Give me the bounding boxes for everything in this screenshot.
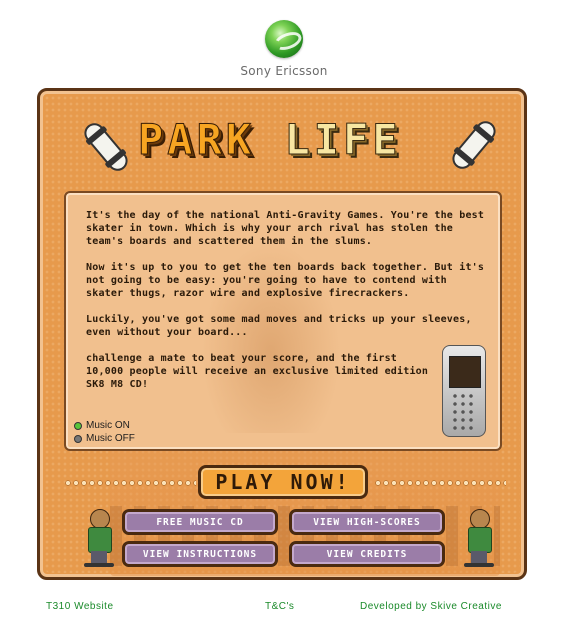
dots-divider-left: [64, 479, 196, 487]
phone-screen: [449, 356, 481, 388]
skater-legs: [471, 551, 487, 563]
phone-image: [442, 345, 486, 437]
view-instructions-button[interactable]: VIEW INSTRUCTIONS: [122, 541, 278, 567]
dots-divider-right: [374, 479, 506, 487]
skater-head: [90, 509, 110, 529]
story-paragraph: It's the day of the national Anti-Gravit…: [86, 210, 485, 247]
story-paragraph: Luckily, you've got some mad moves and t…: [86, 314, 472, 338]
title-park: PARK: [137, 115, 256, 164]
skater-head: [470, 509, 490, 529]
game-frame: PARK LIFE It's the day of the national A…: [37, 88, 527, 580]
game-title: PARK LIFE: [137, 115, 402, 164]
story-text: It's the day of the national Anti-Gravit…: [86, 209, 486, 404]
t310-website-link[interactable]: T310 Website: [46, 601, 114, 612]
view-credits-button[interactable]: VIEW CREDITS: [289, 541, 445, 567]
view-high-scores-button[interactable]: VIEW HIGH-SCORES: [289, 509, 445, 535]
music-off-option[interactable]: Music OFF: [74, 432, 135, 445]
phone-keypad: [451, 392, 477, 430]
sony-ericsson-logo: Sony Ericsson: [0, 20, 568, 78]
skater-character-right: [464, 509, 494, 567]
title-life: LIFE: [284, 115, 402, 164]
music-on-label: Music ON: [86, 420, 130, 431]
free-music-cd-button[interactable]: FREE MUSIC CD: [122, 509, 278, 535]
skater-body: [468, 527, 492, 553]
radio-off-icon[interactable]: [74, 434, 82, 443]
developer-credit-link[interactable]: Developed by Skive Creative: [360, 601, 502, 612]
brand-name: Sony Ericsson: [240, 64, 328, 78]
story-paragraph: Now it's up to you to get the ten boards…: [86, 262, 485, 299]
sony-ericsson-orb-icon: [265, 20, 303, 58]
skateboard-left-icon: [80, 119, 132, 175]
story-panel: It's the day of the national Anti-Gravit…: [64, 191, 502, 451]
skater-body: [88, 527, 112, 553]
skateboard-icon: [464, 563, 494, 567]
skater-legs: [91, 551, 107, 563]
skateboard-right-icon: [448, 117, 500, 173]
music-on-option[interactable]: Music ON: [74, 419, 135, 432]
skateboard-icon: [84, 563, 114, 567]
play-now-button[interactable]: PLAY NOW!: [198, 465, 368, 499]
radio-on-icon[interactable]: [74, 421, 82, 430]
music-off-label: Music OFF: [86, 433, 135, 444]
skater-character-left: [84, 509, 114, 567]
story-paragraph: challenge a mate to beat your score, and…: [86, 353, 429, 390]
music-toggle: Music ON Music OFF: [74, 419, 135, 445]
terms-link[interactable]: T&C's: [265, 601, 294, 612]
